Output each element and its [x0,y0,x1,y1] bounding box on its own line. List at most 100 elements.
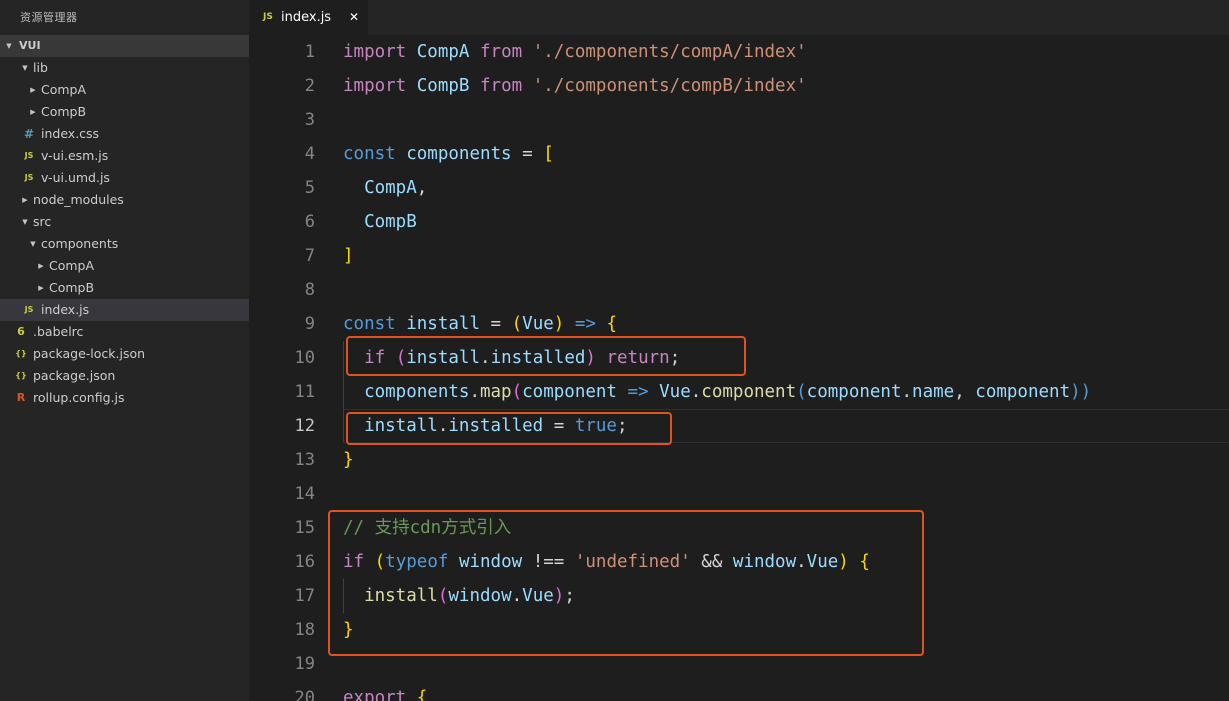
project-header[interactable]: ▼ VUI [0,35,249,57]
tree-item-v-ui-esm-js[interactable]: JS v-ui.esm.js [0,145,249,167]
code-area[interactable]: 1 import CompA from './components/compA/i… [249,35,1229,701]
tab-label: index.js [281,10,332,25]
code-line[interactable]: } [343,443,354,477]
code-token: } [343,450,354,470]
tree-item-components[interactable]: ▼ components [0,233,249,255]
tree-item-index-js[interactable]: JS index.js [0,299,249,321]
tree-item-label: v-ui.umd.js [41,170,110,185]
code-token: => [627,382,649,402]
line-number: 8 [304,280,315,300]
code-token: import [343,76,407,96]
code-token: components [406,144,512,164]
code-token: ) [553,314,565,334]
tree-item-lib[interactable]: ▼ lib [0,57,249,79]
code-line[interactable]: components.map(component => Vue.componen… [343,375,1091,409]
code-line[interactable]: import CompB from './components/compB/in… [343,69,807,103]
tree-item-label: node_modules [33,192,124,207]
tree-item-node-modules[interactable]: ▶ node_modules [0,189,249,211]
code-token: CompA [364,178,417,198]
code-token: components [364,382,470,402]
line-number: 6 [304,212,315,232]
code-token: = [511,144,544,164]
code-token: Vue [522,314,554,334]
tree-item-v-ui-umd-js[interactable]: JS v-ui.umd.js [0,167,249,189]
chevron-down-icon: ▼ [6,42,12,50]
line-number: 10 [294,348,315,368]
chevron-right-icon: ▶ [38,262,44,270]
tree-item-babelrc[interactable]: 6 .babelrc [0,321,249,343]
tree-item-compa[interactable]: ▶ CompA [0,79,249,101]
line-number: 12 [294,416,315,436]
code-token: , [954,382,976,402]
tree-item-label: rollup.config.js [33,390,125,405]
code-token: => [574,314,596,334]
js-file-icon: JS [24,173,34,182]
json-file-icon: {} [15,349,27,358]
line-number: 17 [294,586,315,606]
code-token: ( [796,382,807,402]
tree-item-label: CompB [41,104,87,119]
code-token: map [479,382,512,402]
chevron-down-icon: ▼ [22,64,28,72]
explorer-sidebar: 资源管理器 ▼ VUI ▼ lib ▶ CompA ▶ CompB # index.css JS… [0,0,249,701]
code-token: from [480,42,523,62]
code-line[interactable]: export { [343,681,427,701]
tab-index-js[interactable]: JS index.js ✕ [249,0,368,35]
code-token: './components/compA/index' [532,42,807,62]
chevron-right-icon: ▶ [22,196,28,204]
code-line[interactable]: CompA, [343,171,427,205]
code-line[interactable]: const components = [ [343,137,554,171]
tree-item-compb[interactable]: ▶ CompB [0,101,249,123]
tree-item-package-json[interactable]: {} package.json [0,365,249,387]
line-number: 11 [294,382,315,402]
line-number: 20 [294,688,315,701]
highlight-box-line-10 [346,336,746,376]
code-line[interactable]: ] [343,239,354,273]
tree-item-src[interactable]: ▼ src [0,211,249,233]
code-token: ( [511,314,523,334]
code-token: CompA [416,42,470,62]
tree-item-index-css[interactable]: # index.css [0,123,249,145]
code-token: { [416,688,428,701]
tree-item-label: .babelrc [33,324,84,339]
project-label: VUI [19,39,41,52]
code-token: { [606,314,618,334]
code-line[interactable]: CompB [343,205,417,239]
code-token: ] [343,246,354,266]
close-icon[interactable]: ✕ [349,0,359,35]
tree-item-package-lock-json[interactable]: {} package-lock.json [0,343,249,365]
tree-item-label: CompB [49,280,95,295]
tree-item-compb[interactable]: ▶ CompB [0,277,249,299]
line-number: 1 [304,42,315,62]
code-token: . [690,382,702,402]
tree-item-label: package-lock.json [33,346,146,361]
css-file-icon: # [23,127,35,141]
js-file-icon: JS [263,12,273,22]
tree-item-compa[interactable]: ▶ CompA [0,255,249,277]
code-token: = [480,314,512,334]
tree-item-label: index.js [41,302,90,317]
line-number: 3 [304,110,315,130]
tree-item-label: CompA [41,82,87,97]
line-number: 7 [304,246,315,266]
code-token: './components/compB/index' [532,76,807,96]
tree-item-rollup-config-js[interactable]: Rrollup.config.js [0,387,249,409]
chevron-right-icon: ▶ [38,284,44,292]
rollup-file-icon: R [16,391,26,404]
code-token: component [806,382,902,402]
babel-file-icon: 6 [17,325,25,338]
code-line[interactable]: import CompA from './components/compA/in… [343,35,807,69]
tree-item-label: src [33,214,52,229]
highlight-box-line-12 [346,412,672,445]
code-token: component [975,382,1071,402]
